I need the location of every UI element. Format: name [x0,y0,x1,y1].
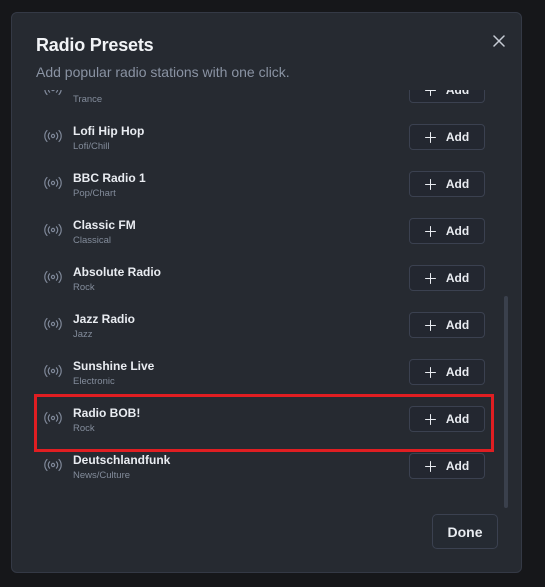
add-station-button[interactable]: Add [409,218,485,244]
dialog-subtitle: Add popular radio stations with one clic… [36,64,290,80]
station-row-sunshine-live: Sunshine Live Electronic Add [36,347,494,394]
station-name: Lofi Hip Hop [73,124,145,138]
station-genre: Rock [73,423,95,434]
station-genre: Pop/Chart [73,188,116,199]
add-button-label: Add [445,365,470,379]
plus-icon [424,225,436,237]
add-station-button[interactable]: Add [409,171,485,197]
radio-icon [44,90,62,96]
plus-icon [424,178,436,190]
station-genre: Classical [73,235,112,246]
plus-icon [424,272,436,284]
station-name: Sunshine Live [73,359,155,373]
dialog-title: Radio Presets [36,35,154,55]
station-genre: Lofi/Chill [73,141,110,152]
station-row-bbc-radio-1: BBC Radio 1 Pop/Chart Add [36,159,494,206]
add-button-label: Add [445,412,470,426]
radio-icon [44,411,62,425]
station-list[interactable]: Sunshine Live Trance Add Lofi Hip Hop Lo… [36,90,494,499]
station-genre: Rock [73,282,95,293]
done-button[interactable]: Done [432,514,498,549]
station-row-radio-bob: Radio BOB! Rock Add [36,394,494,441]
add-button-label: Add [445,459,470,473]
radio-icon [44,129,62,143]
radio-icon [44,223,62,237]
add-station-button[interactable]: Add [409,359,485,385]
add-button-label: Add [445,271,470,285]
close-button[interactable] [488,30,510,52]
station-name: Sunshine Live [73,90,154,91]
add-station-button[interactable]: Add [409,265,485,291]
radio-icon [44,317,62,331]
add-station-button[interactable]: Add [409,124,485,150]
station-name: Classic FM [73,218,136,232]
add-button-label: Add [445,130,470,144]
station-row-absolute-radio: Absolute Radio Rock Add [36,253,494,300]
add-button-label: Add [445,318,470,332]
station-genre: Jazz [73,329,93,340]
station-name: Jazz Radio [73,312,136,326]
scrollbar-thumb[interactable] [504,296,508,508]
station-genre: Electronic [73,376,115,387]
station-genre: News/Culture [73,470,131,481]
add-station-button[interactable]: Add [409,90,485,103]
station-name: Deutschlandfunk [73,453,171,467]
station-row-deutschlandfunk: Deutschlandfunk News/Culture Add [36,441,494,488]
radio-icon [44,270,62,284]
radio-icon [44,458,62,472]
station-row-sunshine-live: Sunshine Live Trance Add [36,90,494,112]
radio-icon [44,364,62,378]
add-button-label: Add [445,177,470,191]
station-name: Absolute Radio [73,265,162,279]
radio-presets-dialog: Radio Presets Add popular radio stations… [11,12,522,573]
station-name: Radio BOB! [73,406,141,420]
add-button-label: Add [445,224,470,238]
plus-icon [424,131,436,143]
close-icon [493,35,505,47]
add-button-label: Add [445,90,470,97]
plus-icon [424,413,436,425]
station-row-classic-fm: Classic FM Classical Add [36,206,494,253]
add-station-button[interactable]: Add [409,312,485,338]
plus-icon [424,460,436,472]
station-name: BBC Radio 1 [73,171,146,185]
radio-icon [44,176,62,190]
station-row-lofi-hip-hop: Lofi Hip Hop Lofi/Chill Add [36,112,494,159]
station-genre: Trance [73,94,103,105]
add-station-button[interactable]: Add [409,453,485,479]
station-row-jazz-radio: Jazz Radio Jazz Add [36,300,494,347]
plus-icon [424,366,436,378]
plus-icon [424,319,436,331]
plus-icon [424,90,436,96]
add-station-button[interactable]: Add [409,406,485,432]
